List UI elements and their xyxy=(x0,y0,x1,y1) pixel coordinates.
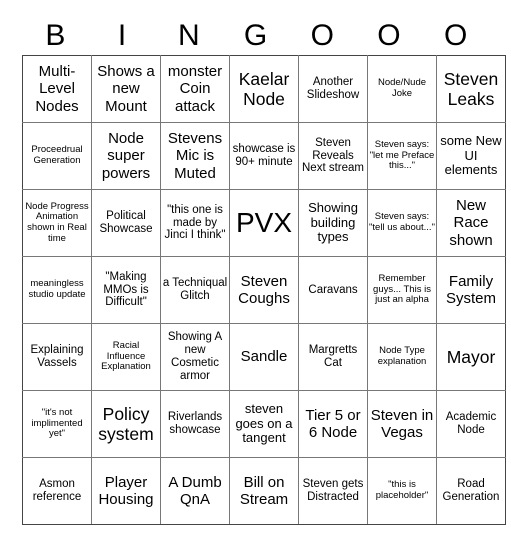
bingo-cell[interactable]: Kaelar Node xyxy=(229,55,299,123)
bingo-cell[interactable]: Road Generation xyxy=(436,457,506,525)
bingo-cell[interactable]: Racial Influence Explanation xyxy=(91,323,161,391)
header-letter: N xyxy=(177,19,200,52)
bingo-cell[interactable]: Steven Leaks xyxy=(436,55,506,123)
bingo-cell[interactable]: Steven Coughs xyxy=(229,256,299,324)
bingo-cell[interactable]: Showing building types xyxy=(298,189,368,257)
bingo-cell[interactable]: Stevens Mic is Muted xyxy=(160,122,230,190)
bingo-cell[interactable]: some New UI elements xyxy=(436,122,506,190)
bingo-row: Multi-Level Nodes Shows a new Mount mons… xyxy=(22,55,506,123)
header-letter: O xyxy=(377,19,401,52)
bingo-cell[interactable]: Proceedrual Generation xyxy=(22,122,92,190)
header-letter: G xyxy=(243,19,268,52)
bingo-row: "it's not implimented yet" Policy system… xyxy=(22,390,506,458)
bingo-cell[interactable]: Family System xyxy=(436,256,506,324)
bingo-cell[interactable]: Shows a new Mount xyxy=(91,55,161,123)
bingo-row: Explaining Vassels Racial Influence Expl… xyxy=(22,323,506,391)
bingo-cell[interactable]: Steven says: "tell us about..." xyxy=(367,189,437,257)
bingo-cell[interactable]: Sandle xyxy=(229,323,299,391)
bingo-cell[interactable]: Steven in Vegas xyxy=(367,390,437,458)
bingo-row: Proceedrual Generation Node super powers… xyxy=(22,122,506,190)
header-letter: I xyxy=(117,19,127,52)
bingo-cell[interactable]: Node/Nude Joke xyxy=(367,55,437,123)
bingo-cell[interactable]: Another Slideshow xyxy=(298,55,368,123)
bingo-cell[interactable]: Node Progress Animation shown in Real ti… xyxy=(22,189,92,257)
bingo-cell[interactable]: steven goes on a tangent xyxy=(229,390,299,458)
bingo-cell[interactable]: Explaining Vassels xyxy=(22,323,92,391)
bingo-grid: Multi-Level Nodes Shows a new Mount mons… xyxy=(22,55,506,525)
bingo-cell[interactable]: Mayor xyxy=(436,323,506,391)
bingo-cell[interactable]: meaningless studio update xyxy=(22,256,92,324)
bingo-cell[interactable]: Node Type explanation xyxy=(367,323,437,391)
header-letter: O xyxy=(310,19,334,52)
bingo-cell[interactable]: Node super powers xyxy=(91,122,161,190)
bingo-cell[interactable]: "Making MMOs is Difficult" xyxy=(91,256,161,324)
bingo-header: B I N G O O O xyxy=(22,18,489,54)
bingo-cell[interactable]: Policy system xyxy=(91,390,161,458)
bingo-cell[interactable]: PVX xyxy=(229,189,299,257)
header-letter: O xyxy=(444,19,468,52)
bingo-cell[interactable]: Bill on Stream xyxy=(229,457,299,525)
bingo-cell[interactable]: monster Coin attack xyxy=(160,55,230,123)
bingo-cell[interactable]: Steven says: "let me Preface this..." xyxy=(367,122,437,190)
bingo-cell[interactable]: Steven gets Distracted xyxy=(298,457,368,525)
bingo-cell[interactable]: A Dumb QnA xyxy=(160,457,230,525)
bingo-cell[interactable]: "this one is made by Jinci I think" xyxy=(160,189,230,257)
bingo-cell[interactable]: Caravans xyxy=(298,256,368,324)
header-letter: B xyxy=(45,19,66,52)
bingo-cell[interactable]: New Race shown xyxy=(436,189,506,257)
bingo-cell[interactable]: Riverlands showcase xyxy=(160,390,230,458)
bingo-cell[interactable]: Multi-Level Nodes xyxy=(22,55,92,123)
bingo-cell[interactable]: a Techniqual Glitch xyxy=(160,256,230,324)
bingo-row: Asmon reference Player Housing A Dumb Qn… xyxy=(22,457,506,525)
bingo-row: meaningless studio update "Making MMOs i… xyxy=(22,256,506,324)
bingo-cell[interactable]: Player Housing xyxy=(91,457,161,525)
bingo-cell[interactable]: Asmon reference xyxy=(22,457,92,525)
bingo-cell[interactable]: Margretts Cat xyxy=(298,323,368,391)
bingo-cell[interactable]: "it's not implimented yet" xyxy=(22,390,92,458)
bingo-cell[interactable]: Remember guys... This is just an alpha xyxy=(367,256,437,324)
bingo-cell[interactable]: showcase is 90+ minute xyxy=(229,122,299,190)
bingo-cell[interactable]: Political Showcase xyxy=(91,189,161,257)
bingo-cell[interactable]: Academic Node xyxy=(436,390,506,458)
bingo-cell[interactable]: Tier 5 or 6 Node xyxy=(298,390,368,458)
bingo-cell[interactable]: Showing A new Cosmetic armor xyxy=(160,323,230,391)
bingo-cell[interactable]: "this is placeholder" xyxy=(367,457,437,525)
bingo-cell[interactable]: Steven Reveals Next stream xyxy=(298,122,368,190)
bingo-row: Node Progress Animation shown in Real ti… xyxy=(22,189,506,257)
